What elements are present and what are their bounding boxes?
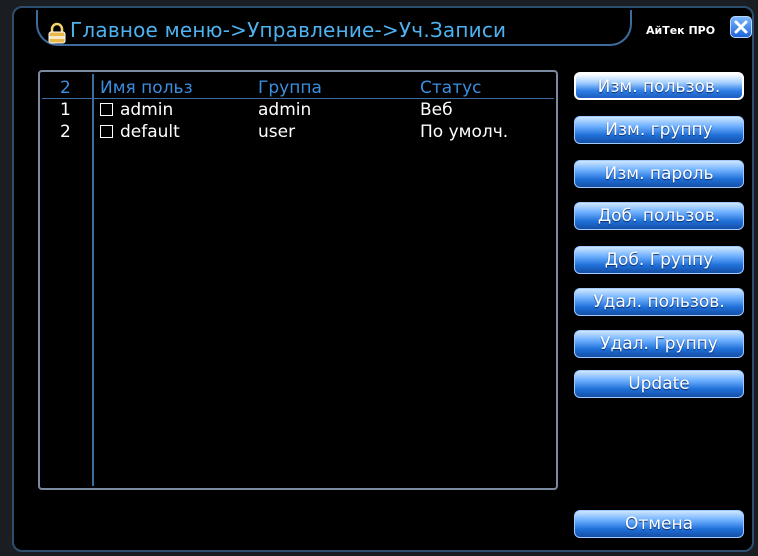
table-row[interactable]: 1 admin admin Веб [42,100,554,122]
delete-group-button[interactable]: Удал. Группу [574,330,744,358]
account-management-window: Главное меню->Управление->Уч.Записи AйTе… [12,6,754,552]
delete-user-button[interactable]: Удал. пользов. [574,288,744,316]
row-status: По умолч. [420,122,509,142]
add-group-button[interactable]: Доб. Группу [574,246,744,274]
row-user-name: default [120,122,180,142]
close-button[interactable] [730,16,752,38]
list-header: 2 Имя польз Группа Статус [42,74,554,99]
header-name: Имя польз [100,78,193,98]
row-status: Веб [420,100,453,120]
row-checkbox[interactable] [100,103,113,116]
cancel-button[interactable]: Отмена [574,510,744,538]
header-group: Группа [258,78,322,98]
table-row[interactable]: 2 default user По умолч. [42,122,554,144]
edit-user-button[interactable]: Изм. пользов. [574,72,744,100]
row-checkbox[interactable] [100,125,113,138]
row-group: user [258,122,296,142]
row-index: 2 [60,122,71,142]
row-group: admin [258,100,312,120]
row-index: 1 [60,100,71,120]
update-button[interactable]: Update [574,370,744,398]
page-title: Главное меню->Управление->Уч.Записи [70,18,507,42]
edit-password-button[interactable]: Изм. пароль [574,160,744,188]
lock-icon [46,22,68,44]
row-user-name: admin [120,100,174,120]
header-status: Статус [420,78,482,98]
titlebar: Главное меню->Управление->Уч.Записи AйTе… [14,8,752,48]
brand-logo: AйTек ПРО [646,24,716,37]
header-count: 2 [60,78,71,98]
user-list: 2 Имя польз Группа Статус 1 admin admin … [38,70,558,490]
add-user-button[interactable]: Доб. пользов. [574,202,744,230]
edit-group-button[interactable]: Изм. группу [574,116,744,144]
